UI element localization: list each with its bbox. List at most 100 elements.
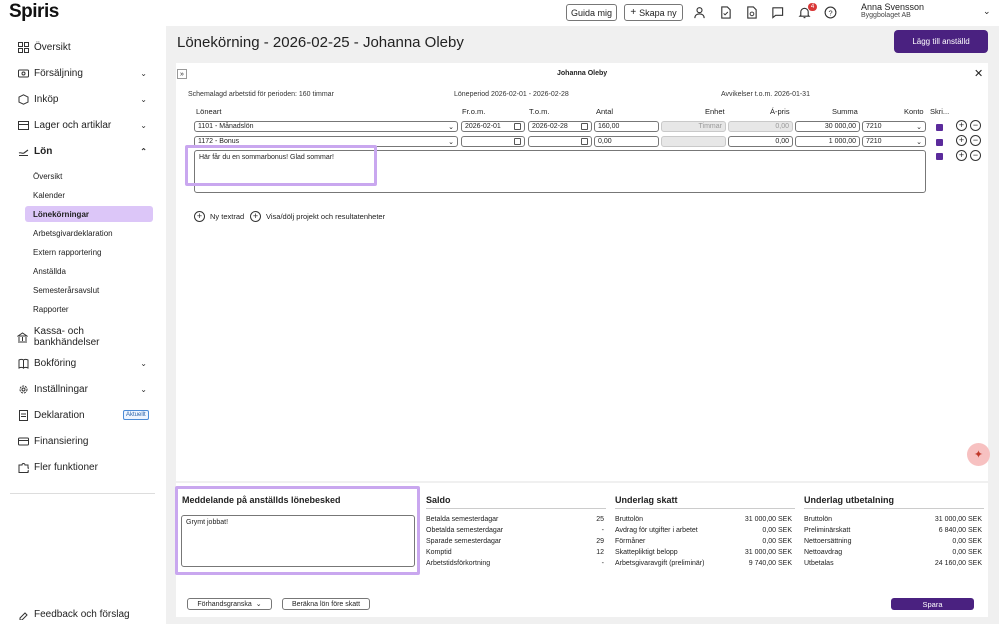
to-date-input[interactable]: 2026-02-28 [528,121,592,132]
sidebar-item-lager[interactable]: Lager och artiklar ⌄ [17,116,151,134]
create-new-button[interactable]: + Skapa ny [624,4,683,21]
remove-row-icon[interactable]: − [970,135,981,146]
utbetalning-label: Nettoavdrag [804,549,843,556]
add-employee-button[interactable]: Lägg till anställd [894,30,988,53]
grid-icon [17,41,29,53]
saldo-value: 12 [596,549,604,556]
save-button[interactable]: Spara [891,598,974,610]
sidebar-sub-extern-rapportering[interactable]: Extern rapportering [25,244,153,260]
sidebar-item-lon[interactable]: Lön ⌃ [17,142,151,160]
sidebar-item-label: Fler funktioner [34,461,98,473]
skatt-value: 31 000,00 SEK [744,516,792,523]
col-header-loneart: Löneart [196,107,222,116]
to-date-input[interactable] [528,136,592,147]
chevron-down-icon: ⌄ [916,138,922,146]
add-row-icon[interactable]: + [956,135,967,146]
sidebar-item-bokforing[interactable]: Bokföring ⌄ [17,354,151,372]
sidebar-item-label: Lön [34,145,53,157]
bank-icon [17,331,29,343]
document-icon[interactable] [717,4,733,20]
new-text-row-label: Ny textrad [210,211,245,221]
apris-input[interactable]: 0,00 [728,136,793,147]
print-checkbox[interactable] [936,124,943,131]
sparkle-icon[interactable]: ✦ [967,443,990,466]
skatt-value: 0,00 SEK [762,538,792,545]
close-icon[interactable]: ✕ [974,67,983,80]
antal-input[interactable]: 160,00 [594,121,659,132]
sidebar-sub-oversikt[interactable]: Översikt [25,168,153,184]
expand-icon[interactable]: » [177,69,187,79]
sales-icon [17,67,29,79]
calendar-icon[interactable] [581,138,588,145]
toggle-projects-link[interactable]: + Visa/dölj projekt och resultatenheter [250,210,385,222]
guide-button[interactable]: Guida mig [566,4,617,21]
employee-name: Johanna Oleby [557,70,608,77]
from-date-input[interactable]: 2026-02-01 [461,121,525,132]
sidebar-sub-lonekorningar[interactable]: Lönekörningar [25,206,153,222]
sidebar-sub-kalender[interactable]: Kalender [25,187,153,203]
calendar-icon[interactable] [514,138,521,145]
toggle-projects-label: Visa/dölj projekt och resultatenheter [266,211,386,221]
remove-row-icon[interactable]: − [970,120,981,131]
sidebar-item-kassa[interactable]: Kassa- och bankhändelser [17,326,151,348]
sidebar-item-installningar[interactable]: Inställningar ⌄ [17,380,151,398]
enhet-input [661,136,726,147]
sync-document-icon[interactable] [743,4,759,20]
sidebar-item-forsaljning[interactable]: Försäljning ⌄ [17,64,151,82]
saldo-label: Komptid [426,549,452,556]
chevron-down-icon: ⌄ [140,120,147,130]
new-text-row-link[interactable]: + Ny textrad [194,210,244,222]
logo[interactable]: Spiris [9,1,59,23]
print-checkbox[interactable] [936,139,943,146]
konto-select[interactable]: 7210 ⌄ [862,136,926,147]
sidebar-item-label: Kassa- och bankhändelser [33,326,100,348]
sidebar-item-fler-funktioner[interactable]: Fler funktioner [17,458,151,476]
feedback-link[interactable]: Feedback och förslag [17,605,151,623]
saldo-label: Obetalda semesterdagar [426,527,504,534]
sidebar-item-finansiering[interactable]: Finansiering [17,432,151,450]
sidebar-sub-arbetsgivardeklaration[interactable]: Arbetsgivardeklaration [25,225,153,241]
summa-input[interactable]: 30 000,00 [795,121,860,132]
saldo-label: Sparade semesterdagar [426,538,502,545]
sidebar-item-label: Inställningar [34,383,88,395]
calendar-icon[interactable] [581,123,588,130]
chevron-down-icon[interactable]: ⌄ [983,6,991,17]
col-header-summa: Summa [832,107,858,116]
col-header-apris: Á-pris [770,107,790,116]
sidebar-item-label: Finansiering [34,435,89,447]
chevron-up-icon: ⌃ [140,146,147,156]
antal-input[interactable]: 0,00 [594,136,659,147]
print-checkbox[interactable] [936,153,943,160]
feedback-label: Feedback och förslag [34,608,130,620]
utbetalning-value: 0,00 SEK [952,538,982,545]
sidebar-sub-rapporter[interactable]: Rapporter [25,301,153,317]
loneart-select[interactable]: 1101 - Månadslön ⌄ [194,121,458,132]
add-row-icon[interactable]: + [956,120,967,131]
skatt-label: Förmåner [615,538,646,545]
divider [426,508,606,509]
sidebar-item-oversikt[interactable]: Översikt [17,38,151,56]
calculate-gross-button[interactable]: Beräkna lön före skatt [282,598,370,610]
remove-row-icon[interactable]: − [970,150,981,161]
utbetalning-label: Utbetalas [804,560,834,567]
user-icon[interactable] [691,4,707,20]
preview-dropdown[interactable]: Förhandsgranska ⌄ [187,598,272,610]
sidebar-item-label: Bokföring [34,357,77,369]
from-date-input[interactable] [461,136,525,147]
sidebar-sub-semesterarsavslut[interactable]: Semesterårsavslut [25,282,153,298]
help-icon[interactable]: ? [822,4,838,20]
chat-icon[interactable] [769,4,785,20]
plus-circle-icon: + [194,210,205,222]
sidebar-sub-anstallda[interactable]: Anställda [25,263,153,279]
deviations-date: Avvikelser t.o.m. 2026-01-31 [721,91,810,98]
calendar-icon[interactable] [514,123,521,130]
declaration-icon [17,409,29,421]
summa-input[interactable]: 1 000,00 [795,136,860,147]
news-tag: Aktuellt [123,410,149,420]
user-name[interactable]: Anna Svensson [861,2,924,12]
sidebar-item-inkop[interactable]: Inköp ⌄ [17,90,151,108]
add-row-icon[interactable]: + [956,150,967,161]
plus-icon: + [630,7,637,18]
sidebar-item-label: Inköp [34,93,59,105]
konto-select[interactable]: 7210 ⌄ [862,121,926,132]
